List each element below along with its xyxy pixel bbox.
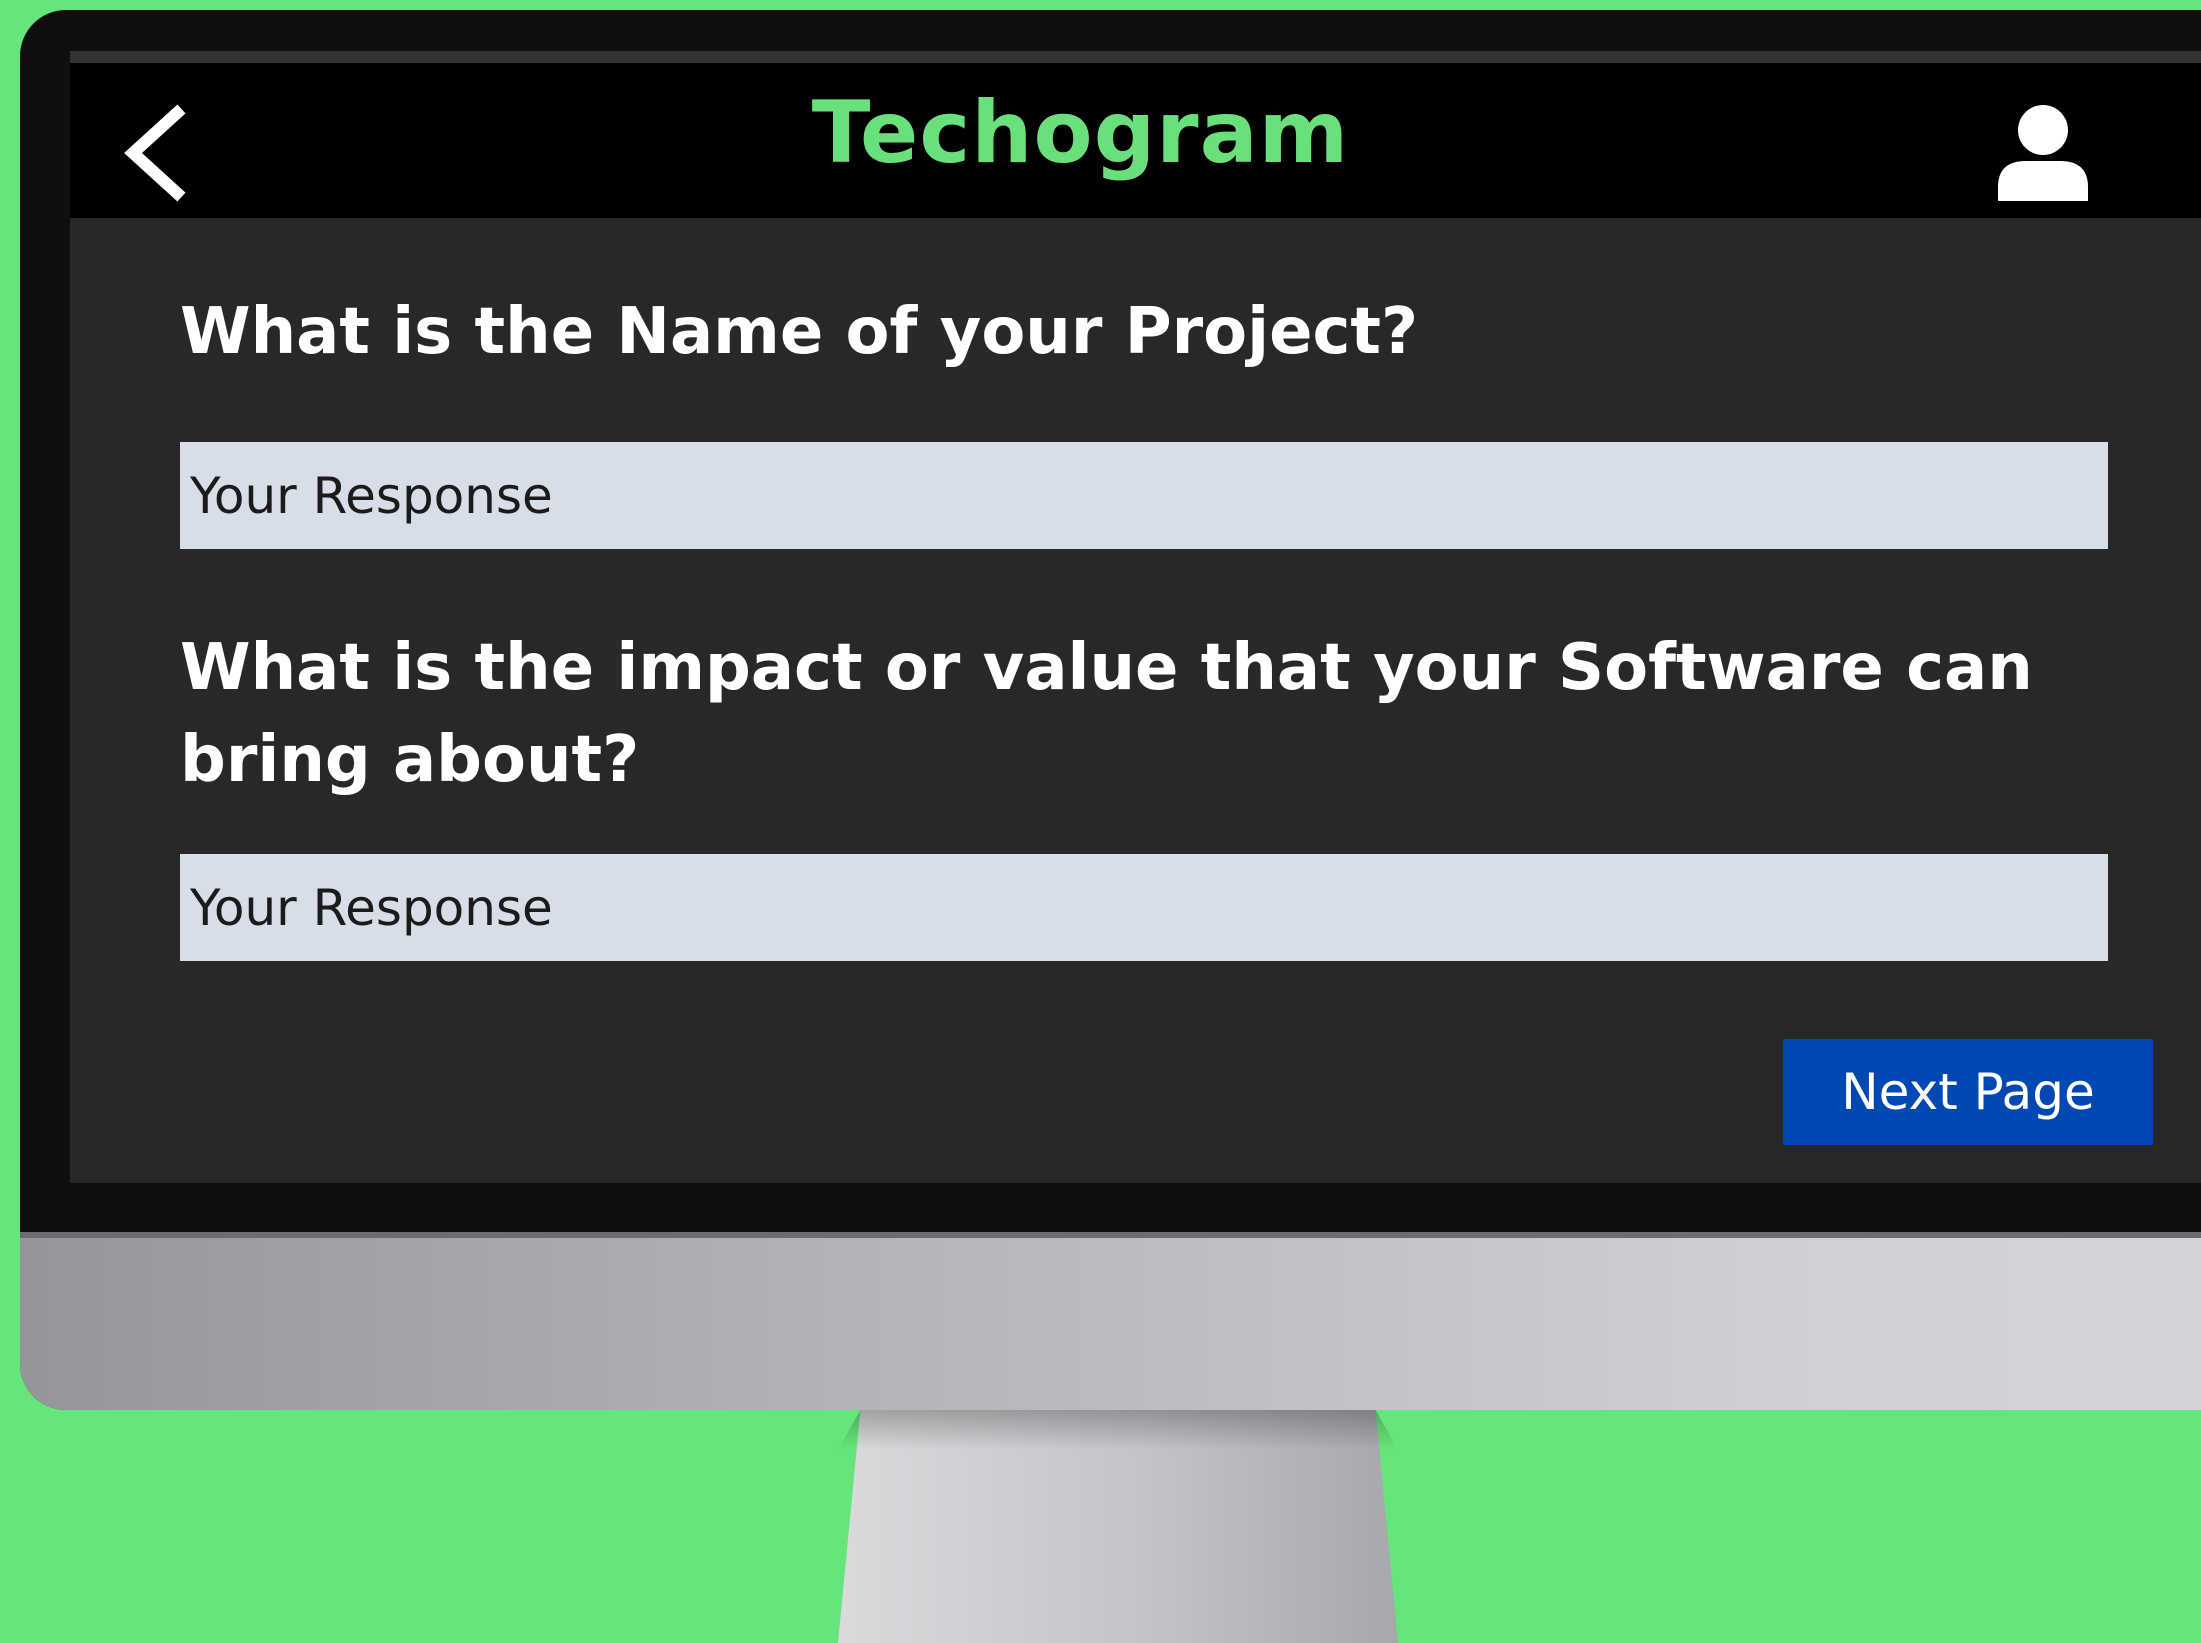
- app-header: Techogram: [70, 63, 2201, 218]
- screen-top-strip: [70, 51, 2201, 63]
- app-title: Techogram: [811, 83, 1350, 183]
- monitor-chin-edge: [20, 1232, 2201, 1238]
- monitor-chin: [20, 1232, 2201, 1410]
- monitor-stand-shadow: [838, 1410, 1398, 1450]
- project-name-input[interactable]: [180, 442, 2108, 549]
- question-project-name: What is the Name of your Project?: [180, 295, 1419, 369]
- question-software-impact: What is the impact or value that your So…: [180, 631, 2033, 797]
- software-impact-input[interactable]: [180, 854, 2108, 961]
- screen: Techogram What is the Name of your Proje…: [70, 51, 2201, 1183]
- user-icon[interactable]: [1996, 103, 2090, 203]
- next-page-button[interactable]: Next Page: [1783, 1039, 2153, 1145]
